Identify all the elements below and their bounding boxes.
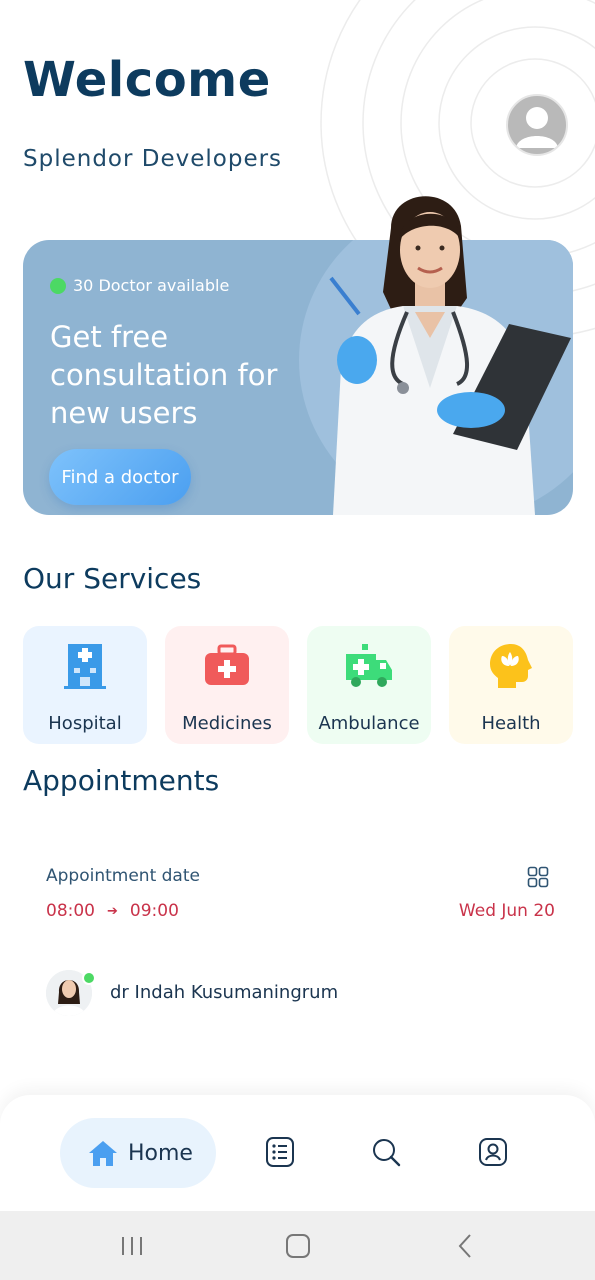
availability-text: 30 Doctor available [73,276,230,295]
home-button-icon[interactable] [283,1231,313,1261]
services-grid: Hospital Medicines Ambulance Health [23,626,573,744]
nav-home[interactable]: Home [60,1118,216,1188]
banner-headline: Get free consultation for new users [50,320,278,430]
grid-view-icon[interactable] [527,866,549,888]
mental-health-icon [490,644,532,688]
service-label: Medicines [182,713,272,734]
service-label: Hospital [48,713,122,734]
appointment-date: Wed Jun 20 [458,901,555,921]
online-status-dot [82,971,96,985]
hospital-icon [64,644,106,689]
service-label: Ambulance [318,713,420,734]
availability-indicator: 30 Doctor available [50,276,229,295]
user-name: Splendor Developers [23,146,283,172]
search-icon[interactable] [371,1136,401,1168]
doctor-avatar[interactable] [46,970,96,1016]
doctor-photo [329,196,571,515]
ambulance-icon [346,644,392,687]
appointment-time: 08:00 ➔ 09:00 [46,901,179,921]
home-icon [89,1141,117,1166]
recent-apps-icon[interactable] [117,1231,147,1261]
service-label: Health [481,713,541,734]
start-time: 08:00 [46,901,95,921]
service-ambulance[interactable]: Ambulance [307,626,431,744]
back-icon[interactable] [450,1231,480,1261]
arrow-right-icon: ➔ [107,903,118,919]
user-avatar-icon[interactable] [506,94,568,156]
bottom-navigation: Home [0,1095,595,1211]
medicine-kit-icon [205,644,249,685]
services-title: Our Services [23,562,202,595]
promo-banner: 30 Doctor available Get free consultatio… [23,196,573,515]
page-title: Welcome [23,52,271,108]
doctor-name: dr Indah Kusumaningrum [110,982,339,1003]
service-hospital[interactable]: Hospital [23,626,147,744]
service-medicines[interactable]: Medicines [165,626,289,744]
system-navigation-bar [0,1211,595,1280]
list-icon[interactable] [265,1136,295,1168]
find-doctor-button[interactable]: Find a doctor [49,449,191,505]
nav-home-label: Home [128,1140,193,1166]
appointments-title: Appointments [23,764,220,797]
online-dot-icon [50,277,66,294]
end-time: 09:00 [129,901,179,921]
profile-icon[interactable] [478,1136,508,1168]
service-health[interactable]: Health [449,626,573,744]
appointment-date-label: Appointment date [46,866,200,886]
